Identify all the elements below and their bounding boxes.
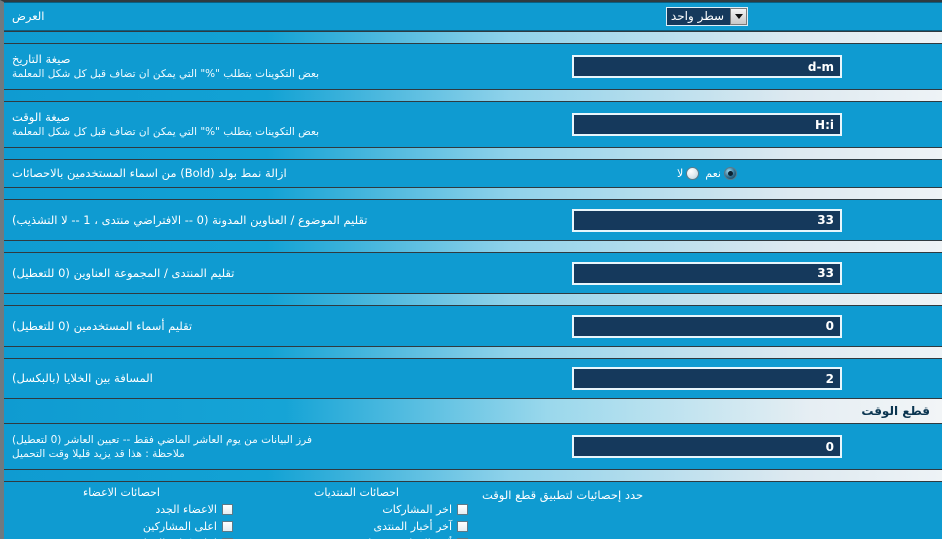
checkbox-label: الاعضاء الجدد bbox=[155, 503, 217, 516]
checkbox-row[interactable]: اخر المشاركات bbox=[245, 501, 468, 518]
checkbox-label: اعلى المشاركين bbox=[142, 520, 217, 533]
row-time-cut-value: فرز البيانات من يوم العاشر الماضي فقط --… bbox=[4, 424, 942, 469]
separator-5 bbox=[4, 240, 942, 253]
row-trim-forum: تقليم المنتدى / المجموعة العناوين (0 للت… bbox=[4, 253, 942, 293]
date-format-label: صيغة التاريخ bbox=[12, 52, 71, 66]
radio-no-label: لا bbox=[677, 167, 684, 180]
stats-column-forums: احصائات المنتديات اخر المشاركات آخر أخبا… bbox=[239, 482, 474, 539]
row-cell-spacing: المسافة بين الخلايا (بالبكسل) bbox=[4, 359, 942, 398]
time-cut-apply-label: حدد إحصائيات لتطبيق قطع الوقت bbox=[482, 488, 644, 502]
checkbox-row[interactable]: اعلى كتاب المواضيع bbox=[10, 535, 233, 539]
row-remove-bold: نعم لا ازالة نمط بولد (Bold) من اسماء ال… bbox=[4, 160, 942, 187]
checkbox-row[interactable]: آخر أخبار المنتدى bbox=[245, 518, 468, 535]
separator-3 bbox=[4, 147, 942, 160]
remove-bold-label: ازالة نمط بولد (Bold) من اسماء المستخدمي… bbox=[12, 166, 287, 180]
time-format-label: صيغة الوقت bbox=[12, 110, 71, 124]
trim-topic-input-cell bbox=[472, 205, 942, 236]
checkbox-row[interactable]: اعلى المشاركين bbox=[10, 518, 233, 535]
trim-topic-label: تقليم الموضوع / العناوين المدونة (0 -- ا… bbox=[12, 212, 368, 227]
checkbox-label: آخر أخبار المنتدى bbox=[373, 520, 452, 533]
time-format-label-cell: صيغة الوقت بعض التكوينات يتطلب "%" التي … bbox=[4, 107, 472, 142]
row-time-format: صيغة الوقت بعض التكوينات يتطلب "%" التي … bbox=[4, 102, 942, 147]
settings-panel: سطر واحد العرض صيغة التاريخ بعض التكوينا… bbox=[0, 0, 942, 539]
checkbox-row[interactable]: الاعضاء الجدد bbox=[10, 501, 233, 518]
row-trim-username: تقليم أسماء المستخدمين (0 للتعطيل) bbox=[4, 306, 942, 346]
separator-7 bbox=[4, 346, 942, 359]
remove-bold-radio-cell: نعم لا bbox=[472, 163, 942, 184]
date-format-label-cell: صيغة التاريخ بعض التكوينات يتطلب "%" الت… bbox=[4, 49, 472, 84]
trim-forum-label: تقليم المنتدى / المجموعة العناوين (0 للت… bbox=[12, 265, 235, 280]
trim-forum-input[interactable] bbox=[572, 261, 842, 285]
date-format-input-cell bbox=[472, 51, 942, 82]
trim-topic-input[interactable] bbox=[572, 208, 842, 232]
time-format-input-cell bbox=[472, 109, 942, 140]
radio-option-yes[interactable]: نعم bbox=[705, 167, 737, 180]
cell-spacing-label: المسافة بين الخلايا (بالبكسل) bbox=[12, 371, 153, 385]
time-cut-desc-line1: فرز البيانات من يوم العاشر الماضي فقط --… bbox=[12, 433, 312, 446]
section-header-time-cut: قطع الوقت bbox=[4, 398, 942, 424]
cell-spacing-label-cell: المسافة بين الخلايا (بالبكسل) bbox=[4, 368, 472, 389]
trim-username-input-cell bbox=[472, 311, 942, 342]
radio-yes-input[interactable] bbox=[724, 167, 737, 180]
separator-2 bbox=[4, 89, 942, 102]
radio-no-input[interactable] bbox=[686, 167, 700, 180]
time-cut-input-cell bbox=[472, 431, 942, 462]
time-format-input[interactable] bbox=[572, 113, 842, 136]
checkbox-latest-posts[interactable] bbox=[457, 504, 468, 515]
display-label-cell: العرض bbox=[4, 6, 472, 27]
stats-column-members-head: احصائات الاعضاء bbox=[83, 486, 160, 499]
stats-column-members: احصائات الاعضاء الاعضاء الجدد اعلى المشا… bbox=[4, 482, 239, 539]
display-select[interactable]: سطر واحد bbox=[665, 7, 749, 26]
time-cut-label-cell: فرز البيانات من يوم العاشر الماضي فقط --… bbox=[4, 430, 472, 464]
cell-spacing-input[interactable] bbox=[572, 367, 842, 390]
time-cut-desc-line2: ملاحظة : هذا قد يزيد قليلا وقت التحميل bbox=[12, 447, 185, 460]
time-cut-input[interactable] bbox=[572, 435, 842, 458]
separator-6 bbox=[4, 293, 942, 306]
separator-1 bbox=[4, 31, 942, 44]
trim-username-input[interactable] bbox=[572, 314, 842, 338]
date-format-desc: بعض التكوينات يتطلب "%" التي يمكن ان تضا… bbox=[12, 68, 320, 80]
cell-spacing-input-cell bbox=[472, 363, 942, 394]
checkbox-label: اخر المشاركات bbox=[382, 503, 452, 516]
stats-column-forums-head: احصائات المنتديات bbox=[314, 486, 399, 499]
radio-option-no[interactable]: لا bbox=[677, 167, 700, 180]
trim-forum-label-cell: تقليم المنتدى / المجموعة العناوين (0 للت… bbox=[4, 263, 472, 284]
date-format-input[interactable] bbox=[572, 55, 842, 78]
display-select-cell: سطر واحد bbox=[472, 3, 942, 30]
time-cut-stats-section: احصائات الاعضاء الاعضاء الجدد اعلى المشا… bbox=[4, 482, 942, 539]
radio-yes-label: نعم bbox=[705, 167, 721, 180]
remove-bold-radio-group: نعم لا bbox=[677, 167, 737, 180]
row-trim-topic: تقليم الموضوع / العناوين المدونة (0 -- ا… bbox=[4, 200, 942, 240]
separator-4 bbox=[4, 187, 942, 200]
checkbox-latest-forum-news[interactable] bbox=[457, 521, 468, 532]
section-title-time-cut: قطع الوقت bbox=[861, 404, 930, 418]
checkbox-row[interactable]: أكثر المواضيع مشاهدة bbox=[245, 535, 468, 539]
chevron-down-icon[interactable] bbox=[730, 8, 748, 25]
time-cut-apply-label-cell: حدد إحصائيات لتطبيق قطع الوقت bbox=[474, 482, 942, 539]
time-format-desc: بعض التكوينات يتطلب "%" التي يمكن ان تضا… bbox=[12, 126, 320, 138]
row-date-format: صيغة التاريخ بعض التكوينات يتطلب "%" الت… bbox=[4, 44, 942, 89]
trim-forum-input-cell bbox=[472, 258, 942, 289]
trim-username-label-cell: تقليم أسماء المستخدمين (0 للتعطيل) bbox=[4, 316, 472, 337]
checkbox-new-members[interactable] bbox=[222, 504, 233, 515]
remove-bold-label-cell: ازالة نمط بولد (Bold) من اسماء المستخدمي… bbox=[4, 163, 472, 184]
row-display: سطر واحد العرض bbox=[4, 2, 942, 31]
checkbox-top-posters[interactable] bbox=[222, 521, 233, 532]
separator-8 bbox=[4, 469, 942, 482]
display-label: العرض bbox=[12, 9, 45, 23]
display-select-value: سطر واحد bbox=[670, 9, 725, 23]
trim-topic-label-cell: تقليم الموضوع / العناوين المدونة (0 -- ا… bbox=[4, 210, 472, 231]
trim-username-label: تقليم أسماء المستخدمين (0 للتعطيل) bbox=[12, 318, 193, 333]
